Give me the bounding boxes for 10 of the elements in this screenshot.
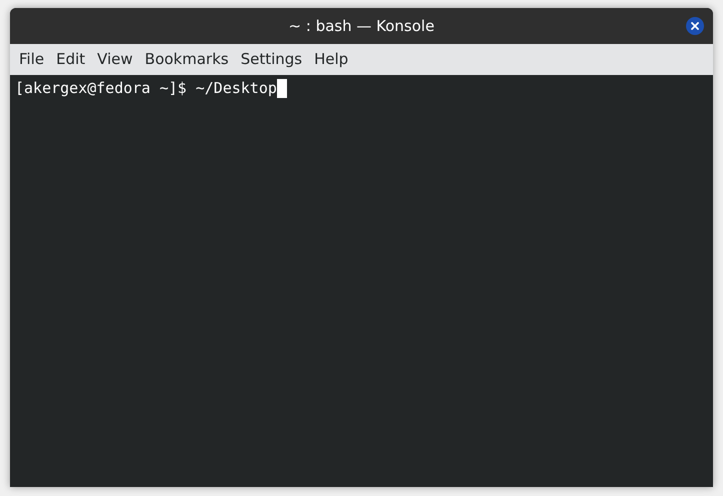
- menu-item[interactable]: File: [13, 48, 50, 71]
- menu-item[interactable]: Settings: [234, 48, 308, 71]
- terminal-line: [akergex@fedora ~]$ ~/Desktop: [15, 78, 277, 98]
- close-button[interactable]: [686, 17, 704, 35]
- menu-item[interactable]: Bookmarks: [138, 48, 235, 71]
- menu-item[interactable]: Edit: [50, 48, 92, 71]
- window-title: ~ : bash — Konsole: [288, 16, 434, 37]
- menu-item[interactable]: View: [91, 48, 139, 71]
- close-icon: [691, 22, 699, 30]
- menu-item[interactable]: Help: [308, 48, 354, 71]
